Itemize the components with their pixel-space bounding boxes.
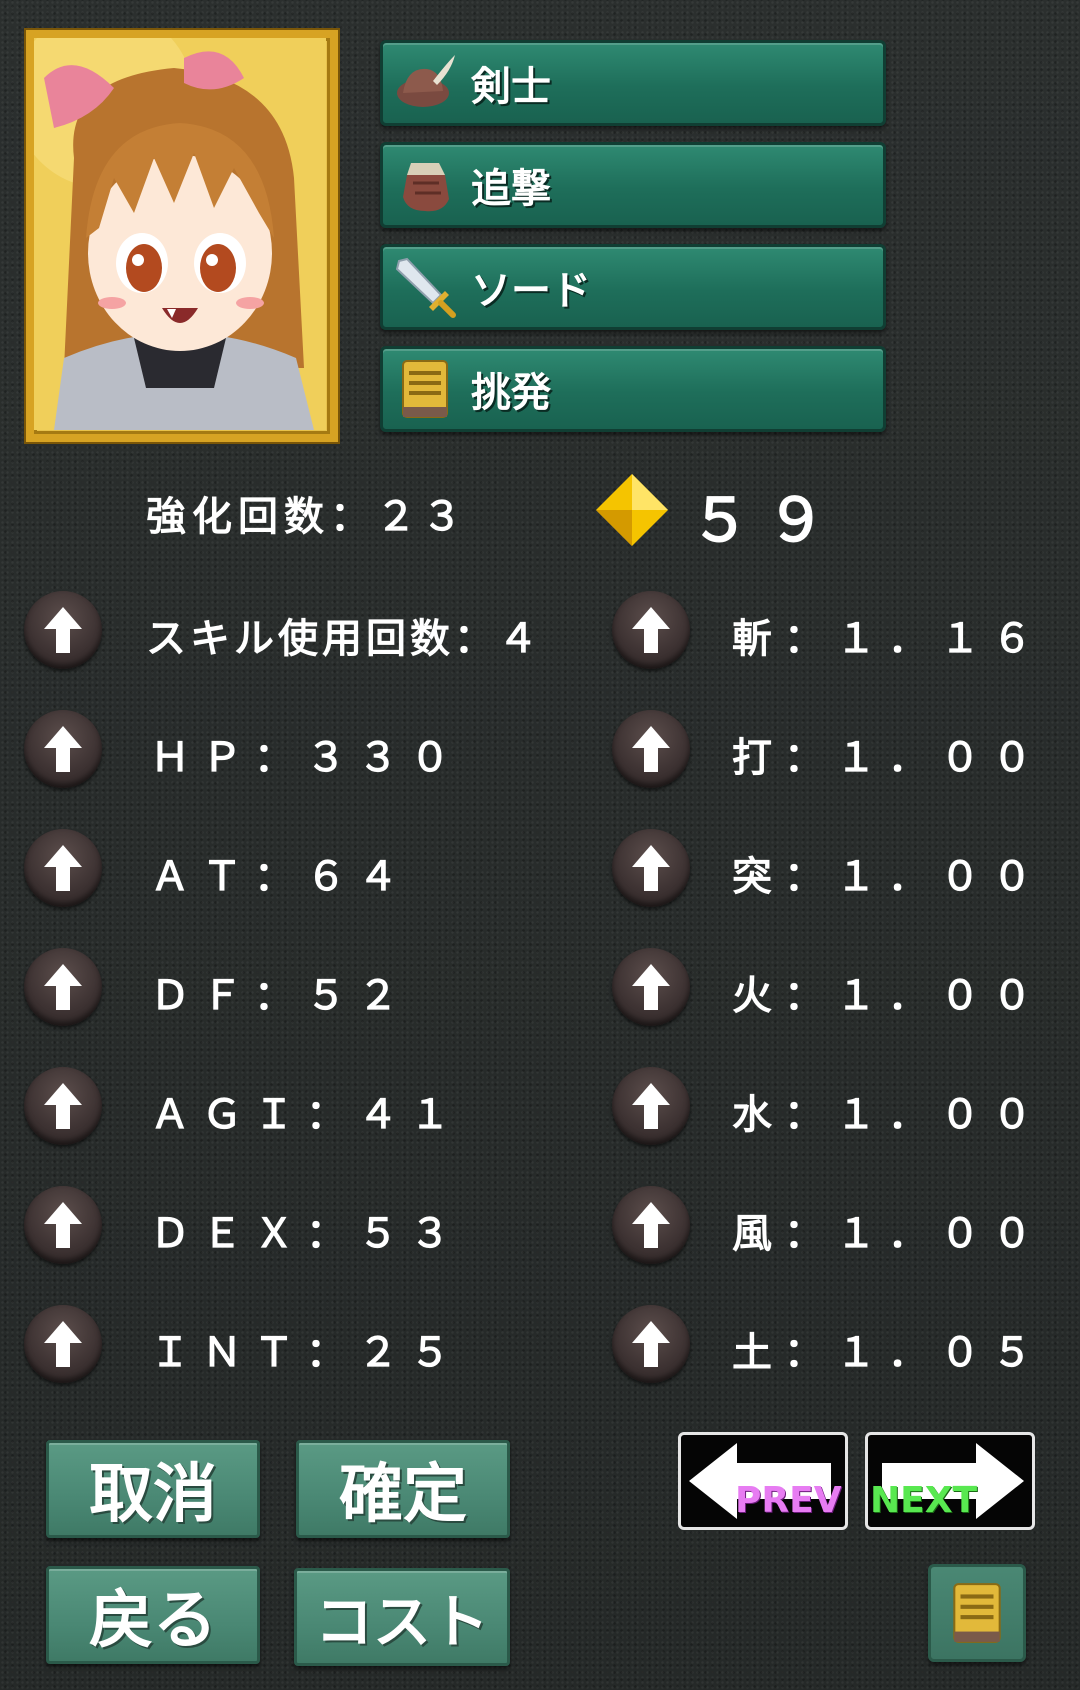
confirm-button[interactable]: 確定 <box>296 1440 510 1538</box>
skill-button-taunt[interactable]: 挑発 <box>380 346 886 432</box>
arrow-up-icon <box>44 1321 82 1367</box>
skill-button-class[interactable]: 剣士 <box>380 40 886 126</box>
stat-blunt: 打：１．００ <box>732 735 1044 781</box>
stat-pierce: 突：１．００ <box>732 854 1044 900</box>
back-button[interactable]: 戻る <box>46 1566 260 1664</box>
increase-skill-uses-button[interactable] <box>24 591 102 669</box>
increase-slash-button[interactable] <box>612 591 690 669</box>
skill-button-pursuit[interactable]: 追撃 <box>380 142 886 228</box>
arrow-up-icon <box>632 845 670 891</box>
stat-hp: ＨＰ：３３０ <box>150 735 462 781</box>
arrow-up-icon <box>632 1202 670 1248</box>
arrow-up-icon <box>632 607 670 653</box>
arrow-up-icon <box>44 1202 82 1248</box>
increase-wind-button[interactable] <box>612 1186 690 1264</box>
arrow-up-icon <box>44 726 82 772</box>
arrow-up-icon <box>44 607 82 653</box>
arrow-up-icon <box>44 964 82 1010</box>
arrow-up-icon <box>44 1083 82 1129</box>
book-menu-button[interactable] <box>928 1564 1026 1662</box>
arrow-up-icon <box>632 1083 670 1129</box>
increase-dex-button[interactable] <box>24 1186 102 1264</box>
book-icon <box>402 360 448 418</box>
cancel-button[interactable]: 取消 <box>46 1440 260 1538</box>
stat-int: ＩＮＴ：２５ <box>150 1330 462 1376</box>
book-icon <box>953 1583 1001 1643</box>
stat-df: ＤＦ：５２ <box>150 973 410 1019</box>
sword-icon <box>395 257 456 318</box>
stat-water: 水：１．００ <box>732 1092 1044 1138</box>
stat-fire: 火：１．００ <box>732 973 1044 1019</box>
skill-label: ソード <box>471 268 591 314</box>
increase-at-button[interactable] <box>24 829 102 907</box>
stat-skill-uses: スキル使用回数：４ <box>146 616 542 662</box>
prev-label: PREV <box>735 1480 842 1521</box>
increase-fire-button[interactable] <box>612 948 690 1026</box>
increase-water-button[interactable] <box>612 1067 690 1145</box>
cost-button[interactable]: コスト <box>294 1568 510 1666</box>
skill-label: 剣士 <box>471 64 551 110</box>
arrow-up-icon <box>632 964 670 1010</box>
arrow-up-icon <box>632 726 670 772</box>
skill-button-sword[interactable]: ソード <box>380 244 886 330</box>
skill-label: 挑発 <box>471 370 551 416</box>
arrow-up-icon <box>632 1321 670 1367</box>
increase-agi-button[interactable] <box>24 1067 102 1145</box>
enhance-count: 強化回数：２３ <box>146 494 468 540</box>
character-portrait <box>24 28 340 444</box>
points-value: ５９ <box>690 486 842 556</box>
increase-int-button[interactable] <box>24 1305 102 1383</box>
increase-hp-button[interactable] <box>24 710 102 788</box>
next-button[interactable]: NEXT <box>865 1432 1035 1530</box>
stat-dex: ＤＥＸ：５３ <box>150 1211 462 1257</box>
stat-agi: ＡＧＩ：４１ <box>150 1092 462 1138</box>
stat-earth: 土：１．０５ <box>732 1330 1044 1376</box>
increase-df-button[interactable] <box>24 948 102 1026</box>
increase-pierce-button[interactable] <box>612 829 690 907</box>
prev-button[interactable]: PREV <box>678 1432 848 1530</box>
stat-wind: 風：１．００ <box>732 1211 1044 1257</box>
feather-hat-icon <box>397 55 455 107</box>
skill-label: 追撃 <box>471 166 551 212</box>
stat-at: ＡＴ：６４ <box>150 854 410 900</box>
increase-blunt-button[interactable] <box>612 710 690 788</box>
increase-earth-button[interactable] <box>612 1305 690 1383</box>
arrow-up-icon <box>44 845 82 891</box>
stat-slash: 斬：１．１６ <box>732 616 1044 662</box>
gem-icon <box>596 474 668 546</box>
gauntlet-icon <box>403 163 449 212</box>
next-label: NEXT <box>870 1480 978 1521</box>
